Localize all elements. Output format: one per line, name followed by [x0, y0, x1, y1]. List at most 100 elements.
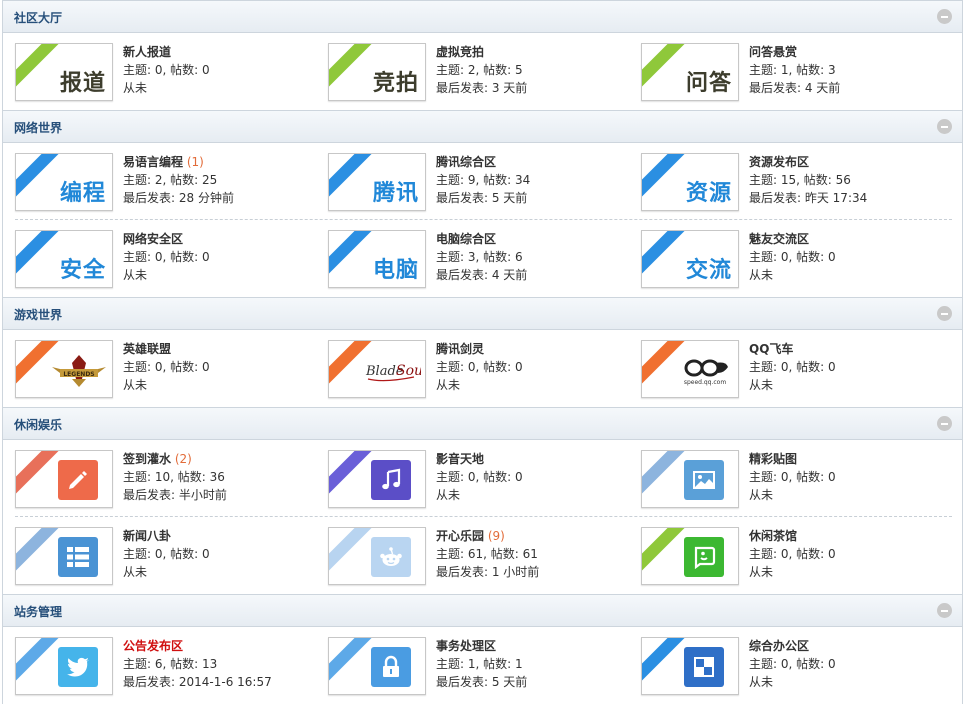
forum-stats: 主题: 2, 帖数: 5: [436, 63, 523, 77]
forum-icon[interactable]: [328, 637, 426, 695]
forum-name-link[interactable]: 问答悬赏: [749, 45, 797, 59]
forum-stats: 主题: 0, 帖数: 0: [123, 250, 210, 264]
category-header: 站务管理: [3, 594, 962, 627]
category-section: 站务管理公告发布区 主题: 6, 帖数: 13 最后发表: 2014-1-6 16:…: [2, 594, 963, 704]
forum-row: LEGENDS英雄联盟主题: 0, 帖数: 0从未BladeSoul腾讯剑灵主题…: [3, 330, 962, 407]
forum-name-link[interactable]: 易语言编程: [123, 155, 183, 169]
forum-name-link[interactable]: 腾讯综合区: [436, 155, 496, 169]
last-post: 从未: [123, 81, 148, 95]
forum-icon[interactable]: LEGENDS: [15, 340, 113, 398]
forum-name-link[interactable]: QQ飞车: [749, 342, 793, 356]
forum-stats: 主题: 10, 帖数: 36: [123, 470, 225, 484]
forum-item: 资源 资源发布区 主题: 15, 帖数: 56 最后发表: 昨天 17:34: [641, 153, 941, 211]
forum-name-link[interactable]: 精彩贴图: [749, 452, 797, 466]
last-post: 从未: [436, 488, 461, 502]
forum-icon[interactable]: [15, 637, 113, 695]
forum-info: 新闻八卦 主题: 0, 帖数: 0 从未: [123, 527, 210, 581]
forum-icon[interactable]: 交流: [641, 230, 739, 288]
collapse-icon[interactable]: [937, 9, 952, 24]
forum-row: 报道 新人报道 主题: 0, 帖数: 0 从未 竞拍 虚拟竞拍 主题: 2, 帖数: 5 最后…: [3, 33, 962, 110]
forum-icon-label: 资源: [685, 181, 732, 206]
forum-icon[interactable]: [328, 527, 426, 585]
forum-name-link[interactable]: 魅友交流区: [749, 232, 809, 246]
category-title[interactable]: 休闲娱乐: [14, 416, 62, 433]
collapse-icon[interactable]: [937, 119, 952, 134]
forum-icon[interactable]: [641, 450, 739, 508]
forum-icon[interactable]: speed.qq.com: [641, 340, 739, 398]
forum-info: 虚拟竞拍主题: 2, 帖数: 5 最后发表: 3 天前: [436, 43, 527, 97]
new-post-count: (2): [174, 452, 192, 466]
forum-item: 编程 易语言编程 (1) 主题: 2, 帖数: 25 最后发表: 28 分钟前: [15, 153, 315, 211]
forum-icon[interactable]: [641, 637, 739, 695]
forum-info: 精彩贴图 主题: 0, 帖数: 0 从未: [749, 450, 836, 504]
forum-item: 事务处理区 主题: 1, 帖数: 1 最后发表: 5 天前: [328, 637, 628, 695]
forum-icon[interactable]: 腾讯: [328, 153, 426, 211]
forum-name-link[interactable]: 事务处理区: [436, 639, 496, 653]
collapse-icon[interactable]: [937, 306, 952, 321]
forum-info: 综合办公区 主题: 0, 帖数: 0 从未: [749, 637, 836, 691]
new-post-count: (9): [487, 529, 505, 543]
forum-item: 休闲茶馆 主题: 0, 帖数: 0 从未: [641, 527, 941, 585]
forum-icon[interactable]: 电脑: [328, 230, 426, 288]
collapse-icon[interactable]: [937, 416, 952, 431]
forum-icon[interactable]: 资源: [641, 153, 739, 211]
forum-row: 新闻八卦 主题: 0, 帖数: 0 从未 开心乐园 (9) 主题: 61, 帖数: 61…: [3, 517, 962, 594]
forum-icon-label: 编程: [59, 181, 106, 206]
forum-icon[interactable]: 编程: [15, 153, 113, 211]
forum-icon[interactable]: 安全: [15, 230, 113, 288]
category-title[interactable]: 网络世界: [14, 119, 62, 136]
last-post: 最后发表: 28 分钟前: [123, 191, 234, 205]
forum-name-link[interactable]: 腾讯剑灵: [436, 342, 484, 356]
forum-icon[interactable]: [641, 527, 739, 585]
forum-info: 公告发布区 主题: 6, 帖数: 13 最后发表: 2014-1-6 16:57: [123, 637, 272, 691]
forum-icon-label: 电脑: [372, 258, 419, 283]
forum-icon[interactable]: BladeSoul: [328, 340, 426, 398]
forum-icon[interactable]: [328, 450, 426, 508]
forum-icon[interactable]: [15, 450, 113, 508]
forum-info: 网络安全区 主题: 0, 帖数: 0 从未: [123, 230, 210, 284]
forum-icon[interactable]: 竞拍: [328, 43, 426, 101]
forum-name-link[interactable]: 网络安全区: [123, 232, 183, 246]
forum-name-link[interactable]: 综合办公区: [749, 639, 809, 653]
forum-stats: 主题: 0, 帖数: 0: [749, 470, 836, 484]
forum-stats: 主题: 1, 帖数: 1: [436, 657, 523, 671]
forum-name-link[interactable]: 开心乐园: [436, 529, 484, 543]
forum-name-link[interactable]: 新人报道: [123, 45, 171, 59]
forum-row: 安全 网络安全区 主题: 0, 帖数: 0 从未 电脑 电脑综合区 主题: 3, 帖数: 6…: [3, 220, 962, 297]
forum-item: 精彩贴图 主题: 0, 帖数: 0 从未: [641, 450, 941, 508]
forum-name-link[interactable]: 新闻八卦: [123, 529, 171, 543]
last-post: 最后发表: 3 天前: [436, 81, 528, 95]
forum-name-link[interactable]: 虚拟竞拍: [436, 45, 484, 59]
last-post: 从未: [749, 675, 774, 689]
forum-info: 事务处理区 主题: 1, 帖数: 1 最后发表: 5 天前: [436, 637, 527, 691]
forum-stats: 主题: 0, 帖数: 0: [436, 360, 523, 374]
forum-name-link[interactable]: 英雄联盟: [123, 342, 171, 356]
forum-icon-label: 腾讯: [372, 181, 419, 206]
last-post: 从未: [749, 268, 774, 282]
forum-name-link[interactable]: 影音天地: [436, 452, 484, 466]
forum-name-link[interactable]: 签到灌水: [123, 452, 171, 466]
forum-stats: 主题: 15, 帖数: 56: [749, 173, 851, 187]
category-title[interactable]: 站务管理: [14, 603, 62, 620]
forum-icon[interactable]: 报道: [15, 43, 113, 101]
forum-name-link[interactable]: 休闲茶馆: [749, 529, 797, 543]
last-post: 最后发表: 2014-1-6 16:57: [123, 675, 272, 689]
forum-info: QQ飞车 主题: 0, 帖数: 0 从未: [749, 340, 836, 394]
forum-icon[interactable]: [15, 527, 113, 585]
forum-item: BladeSoul 腾讯剑灵主题: 0, 帖数: 0 从未: [328, 340, 628, 398]
category-section: 网络世界 编程 易语言编程 (1) 主题: 2, 帖数: 25 最后发表: 28 分钟前…: [2, 110, 963, 297]
forum-item: 影音天地 主题: 0, 帖数: 0 从未: [328, 450, 628, 508]
forum-name-link[interactable]: 公告发布区: [123, 639, 183, 653]
forum-row: 签到灌水 (2) 主题: 10, 帖数: 36 最后发表: 半小时前 影音天地 主题: …: [3, 440, 962, 517]
forum-name-link[interactable]: 电脑综合区: [436, 232, 496, 246]
forum-icon[interactable]: 问答: [641, 43, 739, 101]
new-post-count: (1): [186, 155, 204, 169]
forum-icon-label: 报道: [59, 71, 106, 96]
category-title[interactable]: 游戏世界: [14, 306, 62, 323]
forum-stats: 主题: 61, 帖数: 61: [436, 547, 538, 561]
forum-item: 公告发布区 主题: 6, 帖数: 13 最后发表: 2014-1-6 16:57: [15, 637, 315, 695]
category-title[interactable]: 社区大厅: [14, 9, 62, 26]
collapse-icon[interactable]: [937, 603, 952, 618]
last-post: 最后发表: 1 小时前: [436, 565, 540, 579]
forum-name-link[interactable]: 资源发布区: [749, 155, 809, 169]
